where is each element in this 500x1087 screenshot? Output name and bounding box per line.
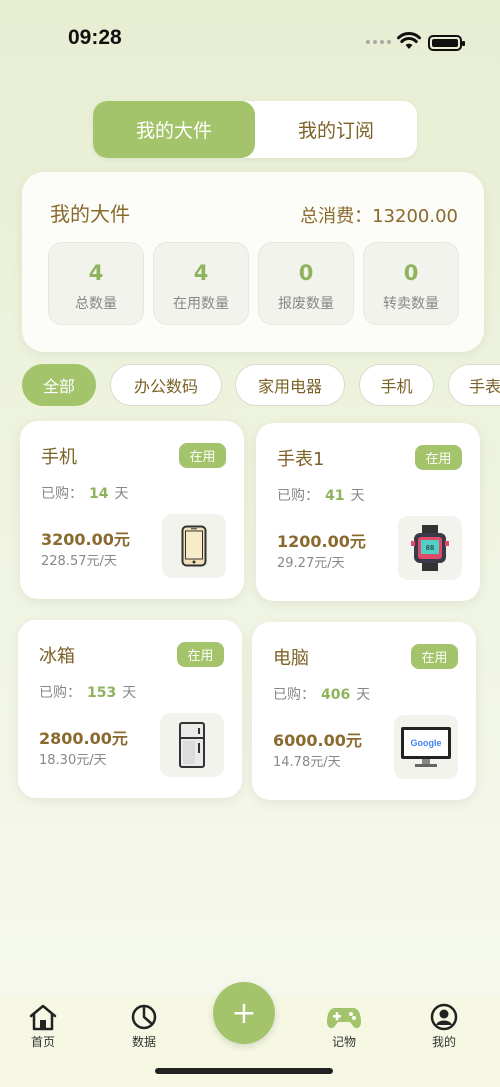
fridge-icon	[160, 713, 224, 777]
item-name: 电脑	[273, 648, 309, 669]
daily-cost: 14.78元/天	[273, 755, 341, 770]
add-item-button[interactable]: +	[213, 982, 275, 1044]
item-name: 手表1	[277, 449, 325, 470]
stat-label: 总数量	[75, 296, 117, 312]
svg-text:88: 88	[426, 544, 434, 552]
daily-cost: 228.57元/天	[41, 554, 117, 569]
status-badge: 在用	[177, 642, 224, 667]
tab-mine[interactable]: 我的	[414, 1001, 474, 1050]
tab-label: 我的	[431, 1035, 456, 1049]
stat-label: 在用数量	[173, 296, 229, 312]
item-price: 3200.00元	[41, 530, 130, 549]
signal-icon	[366, 40, 391, 44]
days-value: 406	[321, 687, 351, 703]
status-badge: 在用	[411, 644, 458, 669]
stat-total: 4 总数量	[48, 242, 144, 325]
segment-control: 我的大件 我的订阅	[93, 101, 417, 158]
chart-pie-icon	[114, 1001, 174, 1031]
tab-home[interactable]: 首页	[13, 1001, 73, 1050]
tab-record[interactable]: 记物	[314, 1001, 374, 1050]
wifi-icon	[397, 32, 421, 49]
stat-value: 4	[193, 261, 209, 285]
filter-chip-office[interactable]: 办公数码	[110, 364, 222, 406]
tab-my-big-items[interactable]: 我的大件	[93, 101, 255, 158]
days-value: 14	[89, 486, 109, 502]
gamepad-icon	[314, 1001, 374, 1031]
filter-chip-phone[interactable]: 手机	[359, 364, 434, 406]
total-value: 13200.00	[372, 206, 458, 227]
filter-chip-watch[interactable]: 手表	[448, 364, 500, 406]
status-bar: 09:28	[0, 0, 500, 80]
stat-resold: 0 转卖数量	[363, 242, 459, 325]
watch-icon: 88	[398, 516, 462, 580]
filter-chip-appliances[interactable]: 家用电器	[235, 364, 345, 406]
tab-my-subscriptions[interactable]: 我的订阅	[255, 101, 417, 158]
item-price: 2800.00元	[39, 729, 128, 748]
item-card-phone[interactable]: 手机 在用 已购： 14 天 3200.00元 228.57元/天	[20, 421, 244, 599]
battery-icon	[428, 35, 465, 51]
stat-in-use: 4 在用数量	[153, 242, 249, 325]
owned-days: 已购： 153 天	[39, 685, 137, 701]
home-icon	[13, 1001, 73, 1031]
total-label: 总消费：	[300, 206, 373, 227]
filter-chip-all[interactable]: 全部	[22, 364, 96, 406]
home-indicator	[155, 1068, 333, 1074]
tab-label: 数据	[131, 1035, 156, 1049]
item-card-watch[interactable]: 手表1 在用 已购： 41 天 1200.00元 29.27元/天 88	[256, 423, 480, 601]
days-value: 153	[87, 685, 117, 701]
stat-value: 0	[298, 261, 314, 285]
summary-title: 我的大件	[50, 202, 130, 226]
user-icon	[414, 1001, 474, 1031]
stat-value: 0	[403, 261, 419, 285]
daily-cost: 29.27元/天	[277, 556, 345, 571]
status-badge: 在用	[179, 443, 226, 468]
phone-icon	[162, 514, 226, 578]
status-time: 09:28	[68, 26, 122, 49]
owned-days: 已购： 406 天	[273, 687, 371, 703]
item-price: 6000.00元	[273, 731, 362, 750]
item-name: 冰箱	[39, 646, 75, 667]
owned-days: 已购： 14 天	[41, 486, 129, 502]
item-price: 1200.00元	[277, 532, 366, 551]
computer-icon: Google	[394, 715, 458, 779]
item-name: 手机	[41, 447, 77, 468]
stat-label: 转卖数量	[383, 296, 439, 312]
daily-cost: 18.30元/天	[39, 753, 107, 768]
screen-text: Google	[411, 738, 442, 748]
summary-card: 我的大件 总消费：13200.00 4 总数量 4 在用数量 0 报废数量 0 …	[22, 172, 484, 352]
item-card-computer[interactable]: 电脑 在用 已购： 406 天 6000.00元 14.78元/天 Google	[252, 622, 476, 800]
summary-total: 总消费：13200.00	[300, 202, 458, 228]
tab-label: 记物	[331, 1035, 356, 1049]
item-card-fridge[interactable]: 冰箱 在用 已购： 153 天 2800.00元 18.30元/天	[18, 620, 242, 798]
category-filter-bar: 全部 办公数码 家用电器 手机 手表	[0, 364, 500, 410]
tab-label: 首页	[30, 1035, 55, 1049]
stat-value: 4	[88, 261, 104, 285]
status-badge: 在用	[415, 445, 462, 470]
stat-scrapped: 0 报废数量	[258, 242, 354, 325]
tab-data[interactable]: 数据	[114, 1001, 174, 1050]
stat-label: 报废数量	[278, 296, 334, 312]
days-value: 41	[325, 488, 345, 504]
owned-days: 已购： 41 天	[277, 488, 365, 504]
